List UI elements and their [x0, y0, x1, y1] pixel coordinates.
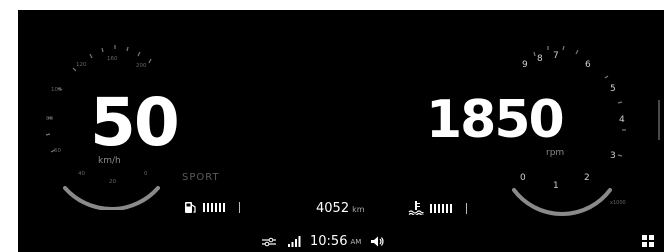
- fuel-bar: [223, 203, 225, 212]
- signal-icon: [288, 236, 301, 247]
- rpm-readout: 1850: [426, 90, 565, 150]
- speed-tick-label: 100: [51, 87, 62, 93]
- rpm-tick-label: 6: [585, 60, 591, 70]
- rpm-tick-label: 1: [553, 181, 559, 191]
- coolant-bar: [442, 203, 444, 213]
- fuel-bar: [207, 203, 209, 212]
- odometer: 4052 km: [316, 201, 365, 216]
- coolant-temp-icon: [408, 201, 424, 215]
- odometer-unit: km: [352, 205, 365, 214]
- speed-tick-label: 160: [107, 56, 118, 62]
- instrument-cluster: 120 160 200 100 80 60 40 20 0 50 km/h SP…: [18, 10, 664, 252]
- scroll-indicator[interactable]: [658, 100, 660, 140]
- fuel-gauge: [184, 201, 240, 214]
- apps-grid-icon[interactable]: [642, 235, 654, 247]
- rpm-unit: rpm: [546, 148, 565, 158]
- speed-tick-label: 200: [136, 63, 147, 69]
- rpm-tick-label: 7: [553, 51, 559, 61]
- odometer-value: 4052: [316, 201, 350, 216]
- status-bar: 10:56 AM: [262, 234, 385, 249]
- fuel-bar: [203, 203, 205, 212]
- rpm-tick-label: 4: [619, 115, 625, 125]
- speed-unit: km/h: [98, 156, 121, 166]
- clock-time: 10:56: [310, 234, 348, 249]
- fuel-bar: [215, 203, 217, 212]
- speed-tick-label: 40: [78, 171, 85, 177]
- divider: [466, 202, 467, 214]
- speed-tick-label: 80: [46, 116, 53, 122]
- rpm-tick-label: 9: [522, 60, 528, 70]
- rpm-tick-label: 0: [520, 173, 526, 183]
- speed-readout: 50: [90, 84, 180, 161]
- coolant-bar: [450, 203, 452, 213]
- coolant-bar: [446, 203, 448, 213]
- rpm-tick-label: 2: [584, 173, 590, 183]
- coolant-level-bars: [430, 203, 452, 213]
- rpm-arc: [512, 188, 612, 216]
- fuel-level-bars: [203, 203, 225, 212]
- speed-tick-label: 120: [76, 62, 87, 68]
- coolant-bar: [434, 203, 436, 213]
- coolant-bar: [438, 203, 440, 213]
- coolant-bar: [430, 203, 432, 213]
- volume-icon[interactable]: [371, 236, 385, 247]
- speed-tick-label: 20: [109, 179, 116, 185]
- speed-arc: [63, 186, 160, 210]
- coolant-gauge: [408, 201, 467, 215]
- drive-mode-label: SPORT: [182, 172, 220, 183]
- rpm-multiplier: x1000: [610, 200, 626, 206]
- divider: [239, 202, 240, 213]
- speed-tick-label: 60: [54, 148, 61, 154]
- rpm-tick-label: 8: [537, 54, 543, 64]
- settings-sliders-icon[interactable]: [262, 237, 276, 247]
- speed-tick-label: 0: [144, 171, 148, 177]
- clock-ampm: AM: [350, 237, 362, 246]
- rpm-tick-label: 3: [610, 151, 616, 161]
- rpm-tick-label: 5: [610, 84, 616, 94]
- fuel-bar: [219, 203, 221, 212]
- fuel-bar: [211, 203, 213, 212]
- fuel-pump-icon: [185, 202, 196, 213]
